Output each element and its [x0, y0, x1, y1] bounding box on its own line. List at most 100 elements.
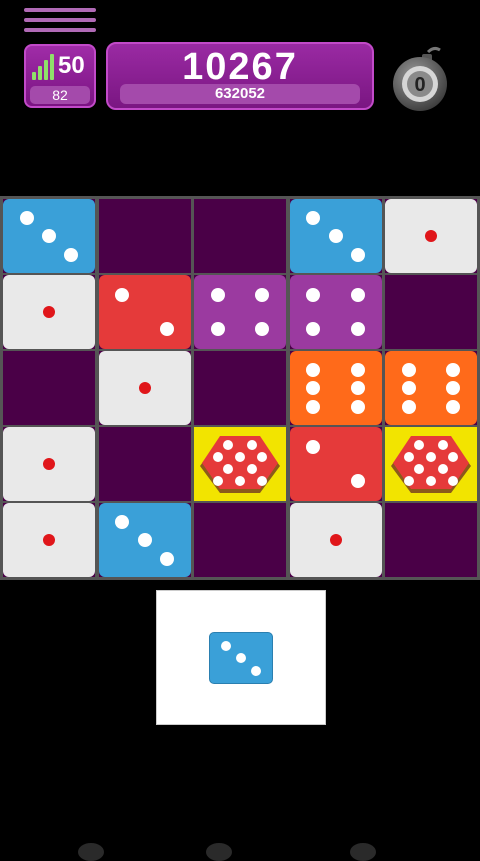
die-pip	[306, 399, 321, 414]
board-cell[interactable]	[3, 427, 95, 501]
red-die[interactable]	[289, 427, 382, 501]
die-pip	[306, 439, 321, 454]
die-pip	[42, 229, 56, 243]
board-cell[interactable]	[3, 503, 95, 577]
die-pip	[115, 514, 130, 529]
board-cell[interactable]	[289, 503, 382, 577]
die-pip	[159, 322, 174, 337]
board-cell[interactable]	[289, 427, 382, 501]
die-pip	[328, 229, 343, 243]
die-pip	[210, 287, 225, 302]
die-pip	[401, 399, 416, 414]
board-cell[interactable]	[194, 503, 286, 577]
die-pip	[446, 362, 461, 377]
red-die[interactable]	[98, 275, 191, 349]
die-pip	[137, 533, 152, 547]
score-panel: 10267 632052	[106, 42, 374, 110]
die-pip	[350, 474, 365, 489]
die-pip	[306, 381, 321, 395]
bomb-count: 0	[414, 74, 425, 96]
die-pip	[236, 653, 246, 663]
board-cell[interactable]	[98, 351, 191, 425]
die-pip	[306, 287, 321, 302]
next-die[interactable]	[209, 632, 273, 684]
board-cell[interactable]	[194, 351, 286, 425]
nav-back-button[interactable]	[78, 843, 104, 861]
board-cell[interactable]	[289, 275, 382, 349]
board-cell[interactable]	[98, 427, 191, 501]
white-die[interactable]	[98, 351, 191, 425]
special-hex-die-icon	[194, 427, 286, 501]
blue-die[interactable]	[3, 199, 95, 273]
die-pip	[255, 322, 270, 337]
board-cell[interactable]	[385, 427, 477, 501]
nav-recent-button[interactable]	[350, 843, 376, 861]
high-score: 632052	[120, 84, 360, 104]
die-pip	[446, 399, 461, 414]
die-pip	[350, 322, 365, 337]
board-cell[interactable]	[3, 351, 95, 425]
level-number: 50	[58, 52, 85, 79]
purple-die[interactable]	[194, 275, 286, 349]
blue-die[interactable]	[98, 503, 191, 577]
menu-icon[interactable]	[24, 8, 96, 36]
purple-die[interactable]	[289, 275, 382, 349]
orange-die[interactable]	[385, 351, 477, 425]
die-pip	[210, 322, 225, 337]
die-pip	[306, 210, 321, 225]
die-pip	[306, 362, 321, 377]
blue-die[interactable]	[289, 199, 382, 273]
board-cell[interactable]	[98, 275, 191, 349]
next-piece-tray[interactable]	[156, 590, 326, 725]
die-pip	[43, 534, 55, 546]
die-pip	[350, 362, 365, 377]
moves-counter: 82	[30, 86, 90, 104]
die-pip	[221, 640, 232, 651]
board-cell[interactable]	[385, 503, 477, 577]
die-pip	[43, 458, 55, 470]
white-die[interactable]	[3, 503, 95, 577]
board-cell[interactable]	[385, 275, 477, 349]
die-pip	[350, 247, 365, 262]
board-cell[interactable]	[385, 199, 477, 273]
die-pip	[138, 382, 151, 394]
bomb-button[interactable]: 0	[384, 44, 456, 112]
die-pip	[159, 551, 174, 566]
board-cell[interactable]	[289, 351, 382, 425]
white-die[interactable]	[289, 503, 382, 577]
die-pip	[401, 362, 416, 377]
die-pip	[446, 381, 461, 395]
die-pip	[329, 534, 342, 546]
board-cell[interactable]	[194, 427, 286, 501]
special-hex-die-icon	[385, 427, 477, 501]
board-cell[interactable]	[98, 199, 191, 273]
bomb-icon: 0	[393, 46, 447, 111]
board-cell[interactable]	[3, 199, 95, 273]
board-cell[interactable]	[289, 199, 382, 273]
score: 10267	[182, 46, 298, 88]
game-board	[0, 196, 480, 580]
level-panel: 50 82	[24, 44, 96, 108]
board-cell[interactable]	[385, 351, 477, 425]
die-pip	[350, 381, 365, 395]
die-pip	[115, 287, 130, 302]
white-die[interactable]	[3, 275, 95, 349]
die-pip	[401, 381, 416, 395]
die-pip	[19, 210, 34, 225]
level-signal-icon	[32, 54, 56, 80]
die-pip	[350, 399, 365, 414]
die-pip	[43, 306, 55, 318]
board-cell[interactable]	[3, 275, 95, 349]
board-cell[interactable]	[194, 199, 286, 273]
die-pip	[64, 247, 79, 262]
board-cell[interactable]	[194, 275, 286, 349]
die-pip	[250, 665, 261, 676]
die-pip	[350, 287, 365, 302]
nav-home-button[interactable]	[206, 843, 232, 861]
orange-die[interactable]	[289, 351, 382, 425]
die-pip	[255, 287, 270, 302]
white-die[interactable]	[3, 427, 95, 501]
die-pip	[306, 322, 321, 337]
board-cell[interactable]	[98, 503, 191, 577]
white-die[interactable]	[385, 199, 477, 273]
